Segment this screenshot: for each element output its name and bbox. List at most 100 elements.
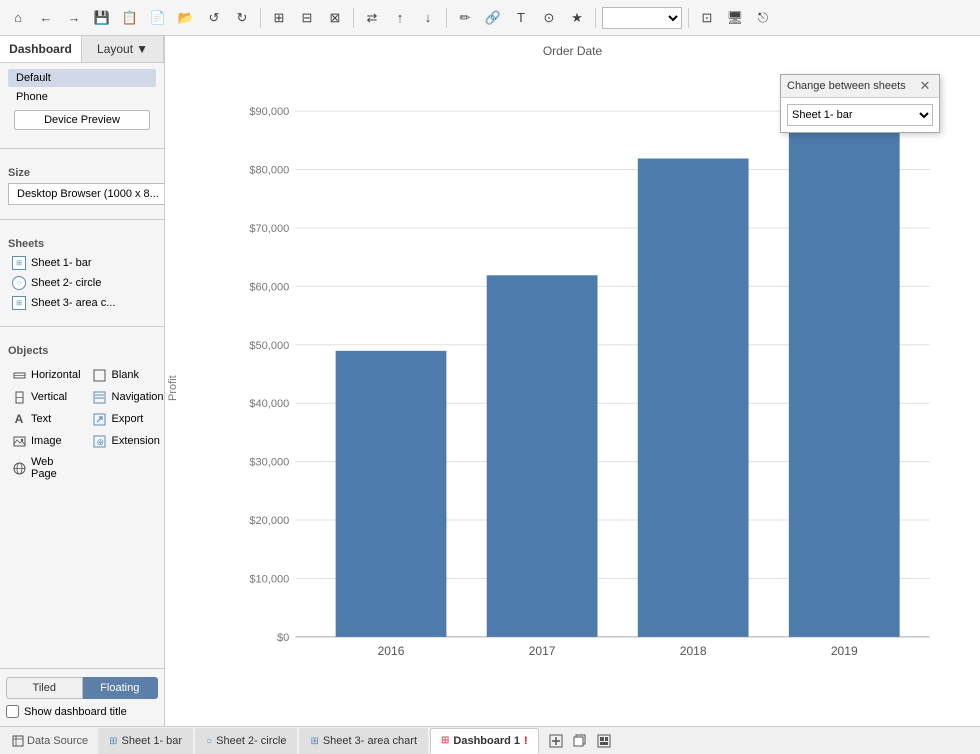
sep5 — [688, 8, 689, 28]
export-icon — [93, 412, 107, 426]
undo-btn[interactable]: ↺ — [202, 6, 226, 30]
object-vertical[interactable]: Vertical — [8, 387, 85, 407]
show-title-checkbox[interactable] — [6, 705, 19, 718]
tab-dashboard[interactable]: Dashboard — [0, 36, 82, 62]
bar-2016[interactable] — [336, 351, 447, 637]
device-btn[interactable]: 🖥 — [723, 6, 747, 30]
chart-svg: $90,000 $80,000 $70,000 $60,000 $50,000 — [245, 68, 950, 678]
svg-text:$20,000: $20,000 — [249, 515, 289, 527]
object-export[interactable]: Export — [89, 409, 165, 429]
bar-2019[interactable] — [789, 105, 900, 637]
data-source-icon — [12, 735, 24, 747]
format-btn[interactable]: T — [509, 6, 533, 30]
toolbar: ⌂ ← → 💾 📋 📄 📂 ↺ ↻ ⊞ ⊟ ⊠ ⇄ ↑ ↓ ✏ 🔗 T ⊙ ★ … — [0, 0, 980, 36]
dashboard1-exclamation: ! — [524, 735, 528, 747]
sheet2-tab-icon: ○ — [206, 736, 212, 747]
show-title-row: Show dashboard title — [6, 705, 158, 718]
share-btn[interactable]: ⎋ — [751, 6, 775, 30]
fit-btn[interactable]: ⊡ — [695, 6, 719, 30]
row-btn[interactable]: ⊠ — [323, 6, 347, 30]
duplicate-sheet-btn[interactable] — [569, 730, 591, 752]
status-tab-sheet3[interactable]: ⊞ Sheet 3- area chart — [299, 728, 428, 754]
device-section: Default Phone Device Preview — [0, 63, 164, 140]
size-dropdown-row: Desktop Browser (1000 x 8... — [8, 183, 156, 205]
data-source-tab[interactable]: Data Source — [4, 728, 96, 754]
tooltip-btn[interactable]: ⊙ — [537, 6, 561, 30]
new-dashboard-icon — [597, 734, 611, 748]
mark-btn[interactable]: ✏ — [453, 6, 477, 30]
dashboard1-tab-label: Dashboard 1 — [453, 735, 520, 747]
status-tab-sheet1[interactable]: ⊞ Sheet 1- bar — [98, 728, 193, 754]
popup-close-btn[interactable]: ✕ — [917, 78, 933, 94]
svg-text:$50,000: $50,000 — [249, 340, 289, 352]
text-label: Text — [31, 413, 51, 425]
svg-text:2016: 2016 — [378, 644, 405, 658]
svg-text:$40,000: $40,000 — [249, 398, 289, 410]
new-dashboard-btn[interactable] — [593, 730, 615, 752]
svg-text:$30,000: $30,000 — [249, 457, 289, 469]
save-btn[interactable]: 💾 — [90, 6, 114, 30]
new-btn[interactable]: 📄 — [146, 6, 170, 30]
device-list: Default Phone — [8, 69, 156, 106]
device-phone[interactable]: Phone — [8, 88, 156, 106]
device-default[interactable]: Default — [8, 69, 156, 87]
sheet-item-area[interactable]: ⊞ Sheet 3- area c... — [8, 294, 156, 312]
new-sheet-btn[interactable] — [545, 730, 567, 752]
status-tab-sheet2[interactable]: ○ Sheet 2- circle — [195, 728, 297, 754]
home-btn[interactable]: ⌂ — [6, 6, 30, 30]
tab-layout[interactable]: Layout ▼ — [82, 36, 164, 62]
navigation-label: Navigation — [112, 391, 164, 403]
status-tab-dashboard1[interactable]: ⊞ Dashboard 1 ! — [430, 728, 539, 754]
data-source-label: Data Source — [27, 735, 88, 747]
chart-wrapper: Profit $90,000 $80,000 $70,000 $60,0 — [165, 58, 980, 718]
sheet-item-bar[interactable]: ⊞ Sheet 1- bar — [8, 254, 156, 272]
redo-btn[interactable]: ↻ — [230, 6, 254, 30]
table-btn[interactable]: ⊞ — [267, 6, 291, 30]
forward-btn[interactable]: → — [62, 6, 86, 30]
size-select[interactable]: Desktop Browser (1000 x 8... — [8, 183, 165, 205]
object-horizontal[interactable]: Horizontal — [8, 365, 85, 385]
floating-btn[interactable]: Floating — [83, 677, 159, 699]
back-btn[interactable]: ← — [34, 6, 58, 30]
webpage-icon — [12, 461, 26, 475]
open-btn[interactable]: 📂 — [174, 6, 198, 30]
sort-asc-btn[interactable]: ↑ — [388, 6, 412, 30]
sort-desc-btn[interactable]: ↓ — [416, 6, 440, 30]
object-webpage[interactable]: Web Page — [8, 453, 85, 483]
svg-text:$60,000: $60,000 — [249, 281, 289, 293]
object-image[interactable]: Image — [8, 431, 85, 451]
sidebar: Dashboard Layout ▼ Default Phone Device … — [0, 36, 165, 726]
mark-type-select[interactable] — [602, 7, 682, 29]
divider-size — [0, 148, 164, 149]
sidebar-tabs: Dashboard Layout ▼ — [0, 36, 164, 63]
link-btn[interactable]: 🔗 — [481, 6, 505, 30]
svg-text:$0: $0 — [277, 632, 289, 644]
object-text[interactable]: A Text — [8, 409, 85, 429]
chart-inner: $90,000 $80,000 $70,000 $60,000 $50,000 — [185, 58, 980, 718]
bar-2018[interactable] — [638, 158, 749, 636]
vertical-icon — [12, 390, 26, 404]
save-as-btn[interactable]: 📋 — [118, 6, 142, 30]
object-navigation[interactable]: Navigation — [89, 387, 165, 407]
object-blank[interactable]: Blank — [89, 365, 165, 385]
popup-sheet-select[interactable]: Sheet 1- bar Sheet 2- circle Sheet 3- ar… — [787, 104, 933, 126]
tiled-btn[interactable]: Tiled — [6, 677, 83, 699]
device-preview-button[interactable]: Device Preview — [14, 110, 150, 130]
sheet-bar-icon: ⊞ — [12, 256, 26, 270]
duplicate-icon — [573, 734, 587, 748]
bar-2017[interactable] — [487, 275, 598, 637]
swap-btn[interactable]: ⇄ — [360, 6, 384, 30]
svg-text:2018: 2018 — [680, 644, 707, 658]
objects-grid: Horizontal Blank Vertical — [8, 361, 156, 487]
svg-text:$10,000: $10,000 — [249, 573, 289, 585]
objects-section: Objects Horizontal Blank — [0, 335, 164, 493]
highlight-btn[interactable]: ★ — [565, 6, 589, 30]
sheet3-tab-icon: ⊞ — [310, 736, 318, 747]
change-sheet-popup: Change between sheets ✕ Sheet 1- bar She… — [780, 74, 940, 133]
svg-text:$70,000: $70,000 — [249, 223, 289, 235]
sheet-bar-label: Sheet 1- bar — [31, 257, 92, 269]
sheet-item-circle[interactable]: ○ Sheet 2- circle — [8, 274, 156, 292]
horizontal-label: Horizontal — [31, 369, 81, 381]
col-btn[interactable]: ⊟ — [295, 6, 319, 30]
object-extension[interactable]: ⊕ Extension — [89, 431, 165, 451]
